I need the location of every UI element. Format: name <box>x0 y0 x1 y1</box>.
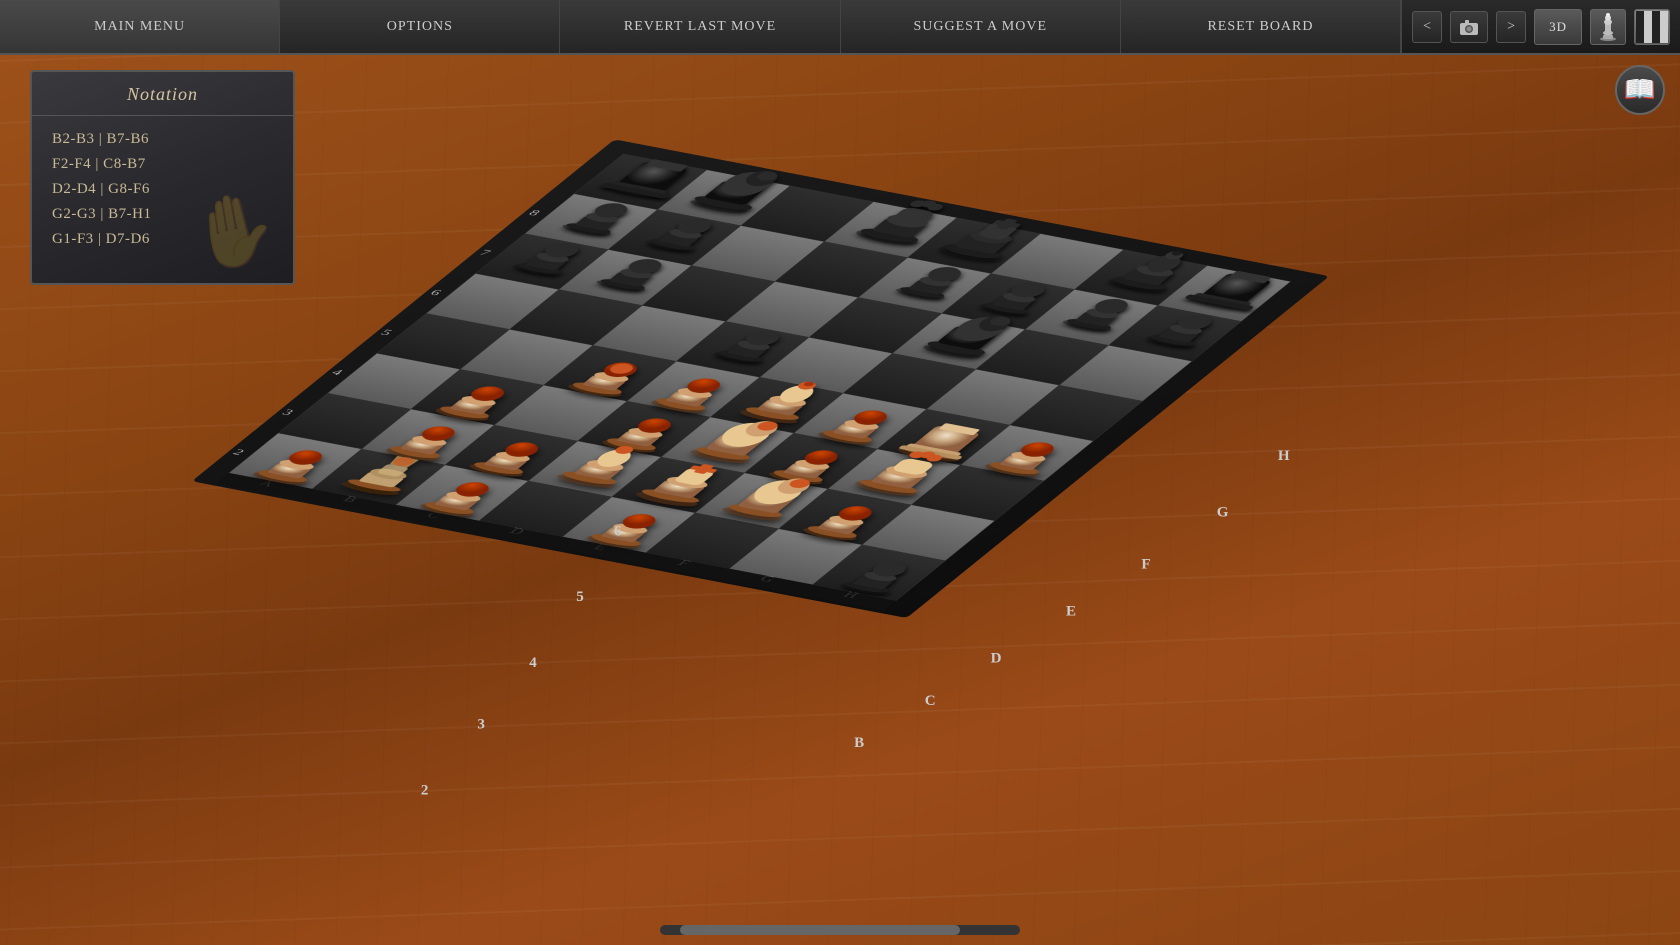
board-style-button[interactable] <box>1634 9 1670 45</box>
nav-prev-button[interactable]: < <box>1412 11 1442 43</box>
revert-button[interactable]: Revert Last Move <box>560 0 840 53</box>
toolbar-right: < > 3D <box>1401 0 1680 53</box>
label-6: 6 <box>614 523 622 539</box>
camera-button[interactable] <box>1450 11 1488 43</box>
label-D: D <box>991 650 1002 666</box>
scrollbar[interactable] <box>660 925 1020 935</box>
notation-panel: Notation B2-B3 | B7-B6 F2-F4 | C8-B7 D2-… <box>30 70 295 285</box>
label-F: F <box>1141 556 1150 572</box>
3d-mode-button[interactable]: 3D <box>1534 9 1582 45</box>
toolbar: Main Menu Options Revert Last Move Sugge… <box>0 0 1680 55</box>
notation-move-3: D2-D4 | G8-F6 <box>52 181 273 198</box>
notation-move-1: B2-B3 | B7-B6 <box>52 131 273 148</box>
main-menu-button[interactable]: Main Menu <box>0 0 280 53</box>
label-E: E <box>1066 603 1076 619</box>
notation-moves: B2-B3 | B7-B6 F2-F4 | C8-B7 D2-D4 | G8-F… <box>32 116 293 263</box>
notation-move-2: F2-F4 | C8-B7 <box>52 156 273 173</box>
label-2: 2 <box>421 782 429 798</box>
options-button[interactable]: Options <box>280 0 560 53</box>
label-5: 5 <box>576 589 584 605</box>
suggest-button[interactable]: Suggest a Move <box>841 0 1121 53</box>
board-mini-icon <box>1636 11 1668 43</box>
label-4: 4 <box>529 655 537 671</box>
label-C: C <box>925 693 936 709</box>
label-3: 3 <box>477 716 485 732</box>
notation-move-5: G1-F3 | D7-D6 <box>52 231 273 248</box>
nav-next-button[interactable]: > <box>1496 11 1526 43</box>
label-H: H <box>1278 448 1290 464</box>
notation-move-4: G2-G3 | B7-H1 <box>52 206 273 223</box>
reset-button[interactable]: Reset Board <box>1121 0 1401 53</box>
book-button[interactable]: 📖 <box>1615 65 1665 115</box>
notation-title: Notation <box>32 72 293 116</box>
piece-style-button[interactable] <box>1590 9 1626 45</box>
scroll-thumb <box>680 925 960 935</box>
label-B: B <box>854 735 864 751</box>
label-G: G <box>1217 504 1229 520</box>
